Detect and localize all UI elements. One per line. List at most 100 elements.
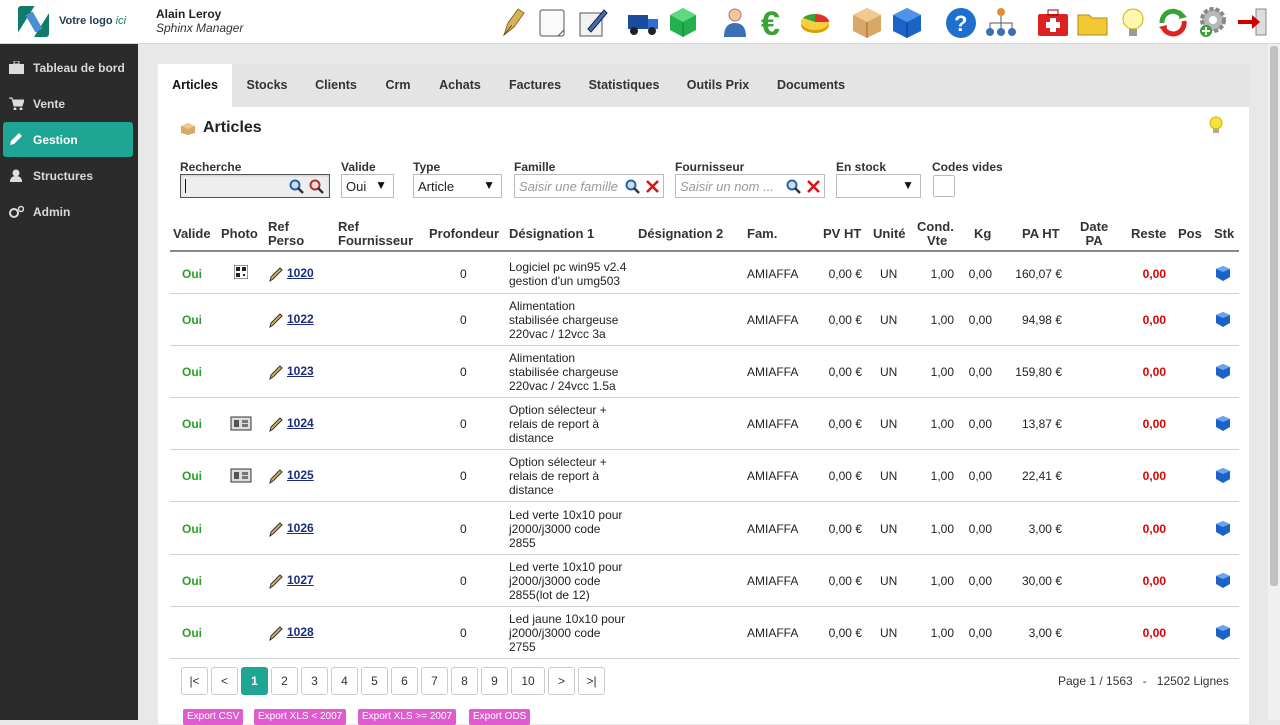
page-button[interactable]: 3 <box>301 667 328 695</box>
ref-perso-link[interactable]: 1024 <box>287 416 314 430</box>
col-photo[interactable]: Photo <box>221 227 258 241</box>
table-row[interactable]: Oui 1023 0 Alimentation stabilisée chargeuse… <box>170 346 1239 398</box>
page-button[interactable]: 1 <box>241 667 268 695</box>
clear-search-icon[interactable] <box>309 179 324 194</box>
col-cond-vte[interactable]: Cond. Vte <box>917 220 954 248</box>
close-icon[interactable] <box>645 179 660 194</box>
col-pos[interactable]: Pos <box>1178 227 1202 241</box>
tab-stocks[interactable]: Stocks <box>232 64 302 107</box>
tab-factures[interactable]: Factures <box>494 64 576 107</box>
tab-clients[interactable]: Clients <box>302 64 370 107</box>
search-icon[interactable] <box>786 179 801 194</box>
page-button[interactable]: 5 <box>361 667 388 695</box>
device-photo-icon[interactable] <box>230 415 252 436</box>
qr-code-icon[interactable] <box>233 264 249 282</box>
page-button[interactable]: > <box>548 667 575 695</box>
edit-pencil-icon[interactable] <box>268 521 284 540</box>
ref-perso-link[interactable]: 1026 <box>287 521 314 535</box>
tab-statistiques[interactable]: Statistiques <box>576 64 672 107</box>
sidebar-item-gestion[interactable]: Gestion <box>3 122 133 157</box>
truck-icon[interactable] <box>626 5 660 39</box>
famille-input[interactable]: Saisir une famille <box>514 174 664 198</box>
stock-cube-icon[interactable] <box>1216 364 1230 382</box>
sidebar-item-structures[interactable]: Structures <box>3 158 133 193</box>
edit-pencil-icon[interactable] <box>268 573 284 592</box>
edit-pencil-icon[interactable] <box>268 468 284 487</box>
codes-vides-checkbox[interactable] <box>933 175 955 197</box>
page-button[interactable]: 7 <box>421 667 448 695</box>
tab-outils-prix[interactable]: Outils Prix <box>672 64 764 107</box>
page-button[interactable]: 10 <box>511 667 545 695</box>
close-icon[interactable] <box>806 179 821 194</box>
page-button[interactable]: 8 <box>451 667 478 695</box>
col-designation-2[interactable]: Désignation 2 <box>638 227 723 241</box>
table-row[interactable]: Oui 1028 0 Led jaune 10x10 pour j2000/j3000 … <box>170 607 1239 659</box>
page-button[interactable]: 2 <box>271 667 298 695</box>
stock-cube-icon[interactable] <box>1216 573 1230 591</box>
export-xls-new-button[interactable]: Export XLS >= 2007 <box>358 709 457 725</box>
stock-cube-icon[interactable] <box>1216 520 1230 539</box>
page-button[interactable]: 9 <box>481 667 508 695</box>
edit-pencil-icon[interactable] <box>268 266 284 285</box>
blue-cube-icon[interactable] <box>890 5 924 39</box>
stock-cube-icon[interactable] <box>1216 468 1230 486</box>
tab-achats[interactable]: Achats <box>426 64 494 107</box>
col-stk[interactable]: Stk <box>1214 227 1234 241</box>
sidebar-item-vente[interactable]: Vente <box>3 86 133 121</box>
table-row[interactable]: Oui 1024 0 Option sélecteur + relais de repo… <box>170 398 1239 450</box>
lightbulb-icon[interactable] <box>1208 116 1224 136</box>
table-row[interactable]: Oui 1025 0 Option sélecteur + relais de repo… <box>170 450 1239 502</box>
col-profondeur[interactable]: Profondeur <box>429 227 499 241</box>
edit-pen-icon[interactable] <box>576 5 610 39</box>
scrollbar-thumb[interactable] <box>1270 46 1278 586</box>
table-row[interactable]: Oui 1022 0 Alimentation stabilisée chargeuse… <box>170 294 1239 346</box>
sidebar-item-tableau-de-bord[interactable]: Tableau de bord <box>3 50 133 85</box>
first-aid-icon[interactable] <box>1036 5 1070 39</box>
edit-pencil-icon[interactable] <box>268 416 284 435</box>
col-famille[interactable]: Fam. <box>747 227 777 241</box>
type-select[interactable]: Article ▼ <box>413 174 502 198</box>
col-pv-ht[interactable]: PV HT <box>823 227 861 241</box>
col-ref-fournisseur[interactable]: Ref Fournisseur <box>338 220 413 248</box>
edit-pencil-icon[interactable] <box>268 625 284 644</box>
col-kg[interactable]: Kg <box>974 227 991 241</box>
page-button[interactable]: |< <box>181 667 208 695</box>
company-logo[interactable]: Votre logo ici <box>18 6 136 38</box>
valide-select[interactable]: Oui ▼ <box>341 174 394 198</box>
green-cube-icon[interactable] <box>666 5 700 39</box>
network-icon[interactable] <box>984 5 1018 39</box>
ref-perso-link[interactable]: 1020 <box>287 266 314 280</box>
ref-perso-link[interactable]: 1023 <box>287 364 314 378</box>
page-button[interactable]: >| <box>578 667 605 695</box>
ref-perso-link[interactable]: 1025 <box>287 468 314 482</box>
en-stock-select[interactable]: ▼ <box>836 174 921 198</box>
note-icon[interactable] <box>536 5 570 39</box>
edit-pencil-icon[interactable] <box>268 312 284 331</box>
page-button[interactable]: 6 <box>391 667 418 695</box>
page-scrollbar[interactable] <box>1268 44 1280 720</box>
export-ods-button[interactable]: Export ODS <box>469 709 531 725</box>
col-date-pa[interactable]: Date PA <box>1080 220 1108 248</box>
box-icon[interactable] <box>850 5 884 39</box>
folder-icon[interactable] <box>1076 5 1110 39</box>
search-icon[interactable] <box>289 179 304 194</box>
export-csv-button[interactable]: Export CSV <box>183 709 244 725</box>
stock-cube-icon[interactable] <box>1216 266 1230 284</box>
stock-cube-icon[interactable] <box>1216 312 1230 330</box>
page-button[interactable]: < <box>211 667 238 695</box>
col-reste[interactable]: Reste <box>1131 227 1166 241</box>
logout-icon[interactable] <box>1236 5 1270 39</box>
col-ref-perso[interactable]: Ref Perso <box>268 220 304 248</box>
help-icon[interactable]: ? <box>944 5 978 39</box>
page-button[interactable]: 4 <box>331 667 358 695</box>
col-valide[interactable]: Valide <box>173 227 211 241</box>
sidebar-item-admin[interactable]: Admin <box>3 194 133 229</box>
person-icon[interactable] <box>718 5 752 39</box>
stock-cube-icon[interactable] <box>1216 416 1230 434</box>
refresh-icon[interactable] <box>1156 5 1190 39</box>
edit-pencil-icon[interactable] <box>268 364 284 383</box>
pie-chart-icon[interactable] <box>798 5 832 39</box>
pen-nib-icon[interactable] <box>494 5 528 39</box>
tab-documents[interactable]: Documents <box>764 64 858 107</box>
ref-perso-link[interactable]: 1028 <box>287 625 314 639</box>
